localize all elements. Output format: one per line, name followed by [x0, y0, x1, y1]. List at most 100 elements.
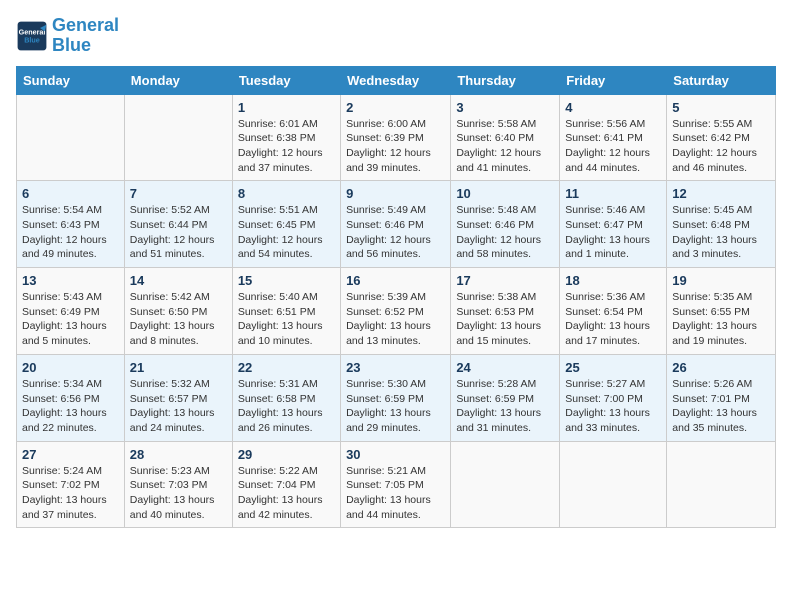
cell-3-1: 13 Sunrise: 5:43 AM Sunset: 6:49 PM Dayli…	[17, 268, 125, 355]
cell-info: Sunrise: 5:32 AM Sunset: 6:57 PM Dayligh…	[130, 377, 227, 436]
weekday-monday: Monday	[124, 66, 232, 94]
cell-info: Sunrise: 5:23 AM Sunset: 7:03 PM Dayligh…	[130, 464, 227, 523]
day-number: 25	[565, 360, 661, 375]
cell-4-6: 25 Sunrise: 5:27 AM Sunset: 7:00 PM Dayli…	[560, 354, 667, 441]
weekday-header-row: SundayMondayTuesdayWednesdayThursdayFrid…	[17, 66, 776, 94]
cell-5-3: 29 Sunrise: 5:22 AM Sunset: 7:04 PM Dayli…	[232, 441, 340, 528]
cell-4-5: 24Sunrise: 5:28 AM Sunset: 6:59 PM Dayli…	[451, 354, 560, 441]
cell-1-1	[17, 94, 125, 181]
cell-info: Sunrise: 5:56 AM Sunset: 6:41 PM Dayligh…	[565, 117, 661, 176]
day-number: 16	[346, 273, 445, 288]
cell-3-5: 17Sunrise: 5:38 AM Sunset: 6:53 PM Dayli…	[451, 268, 560, 355]
cell-info: Sunrise: 5:45 AM Sunset: 6:48 PM Dayligh…	[672, 203, 770, 262]
cell-info: Sunrise: 5:38 AM Sunset: 6:53 PM Dayligh…	[456, 290, 554, 349]
day-number: 7	[130, 186, 227, 201]
day-number: 30	[346, 447, 445, 462]
day-number: 10	[456, 186, 554, 201]
day-number: 27	[22, 447, 119, 462]
cell-info: Sunrise: 5:48 AM Sunset: 6:46 PM Dayligh…	[456, 203, 554, 262]
cell-info: Sunrise: 5:49 AM Sunset: 6:46 PM Dayligh…	[346, 203, 445, 262]
day-number: 19	[672, 273, 770, 288]
day-number: 18	[565, 273, 661, 288]
cell-info: Sunrise: 5:52 AM Sunset: 6:44 PM Dayligh…	[130, 203, 227, 262]
cell-info: Sunrise: 5:35 AM Sunset: 6:55 PM Dayligh…	[672, 290, 770, 349]
cell-info: Sunrise: 5:40 AM Sunset: 6:51 PM Dayligh…	[238, 290, 335, 349]
day-number: 12	[672, 186, 770, 201]
cell-info: Sunrise: 5:24 AM Sunset: 7:02 PM Dayligh…	[22, 464, 119, 523]
week-row-1: 1 Sunrise: 6:01 AM Sunset: 6:38 PM Daylig…	[17, 94, 776, 181]
cell-2-4: 9 Sunrise: 5:49 AM Sunset: 6:46 PM Daylig…	[341, 181, 451, 268]
cell-3-6: 18 Sunrise: 5:36 AM Sunset: 6:54 PM Dayli…	[560, 268, 667, 355]
cell-info: Sunrise: 5:58 AM Sunset: 6:40 PM Dayligh…	[456, 117, 554, 176]
cell-info: Sunrise: 5:22 AM Sunset: 7:04 PM Dayligh…	[238, 464, 335, 523]
day-number: 15	[238, 273, 335, 288]
cell-info: Sunrise: 5:39 AM Sunset: 6:52 PM Dayligh…	[346, 290, 445, 349]
cell-2-1: 6 Sunrise: 5:54 AM Sunset: 6:43 PM Daylig…	[17, 181, 125, 268]
cell-1-4: 2 Sunrise: 6:00 AM Sunset: 6:39 PM Daylig…	[341, 94, 451, 181]
svg-text:Blue: Blue	[24, 35, 40, 44]
cell-4-4: 23 Sunrise: 5:30 AM Sunset: 6:59 PM Dayli…	[341, 354, 451, 441]
cell-5-2: 28 Sunrise: 5:23 AM Sunset: 7:03 PM Dayli…	[124, 441, 232, 528]
cell-3-4: 16 Sunrise: 5:39 AM Sunset: 6:52 PM Dayli…	[341, 268, 451, 355]
cell-1-6: 4 Sunrise: 5:56 AM Sunset: 6:41 PM Daylig…	[560, 94, 667, 181]
weekday-saturday: Saturday	[667, 66, 776, 94]
cell-info: Sunrise: 5:43 AM Sunset: 6:49 PM Dayligh…	[22, 290, 119, 349]
day-number: 6	[22, 186, 119, 201]
cell-info: Sunrise: 6:01 AM Sunset: 6:38 PM Dayligh…	[238, 117, 335, 176]
day-number: 4	[565, 100, 661, 115]
cell-info: Sunrise: 5:42 AM Sunset: 6:50 PM Dayligh…	[130, 290, 227, 349]
calendar-body: 1 Sunrise: 6:01 AM Sunset: 6:38 PM Daylig…	[17, 94, 776, 528]
day-number: 23	[346, 360, 445, 375]
day-number: 5	[672, 100, 770, 115]
cell-5-4: 30 Sunrise: 5:21 AM Sunset: 7:05 PM Dayli…	[341, 441, 451, 528]
cell-info: Sunrise: 6:00 AM Sunset: 6:39 PM Dayligh…	[346, 117, 445, 176]
cell-4-7: 26 Sunrise: 5:26 AM Sunset: 7:01 PM Dayli…	[667, 354, 776, 441]
cell-2-3: 8 Sunrise: 5:51 AM Sunset: 6:45 PM Daylig…	[232, 181, 340, 268]
week-row-2: 6 Sunrise: 5:54 AM Sunset: 6:43 PM Daylig…	[17, 181, 776, 268]
day-number: 28	[130, 447, 227, 462]
cell-1-2	[124, 94, 232, 181]
cell-4-3: 22Sunrise: 5:31 AM Sunset: 6:58 PM Dayli…	[232, 354, 340, 441]
day-number: 8	[238, 186, 335, 201]
cell-5-7	[667, 441, 776, 528]
week-row-5: 27 Sunrise: 5:24 AM Sunset: 7:02 PM Dayli…	[17, 441, 776, 528]
weekday-sunday: Sunday	[17, 66, 125, 94]
cell-2-2: 7 Sunrise: 5:52 AM Sunset: 6:44 PM Daylig…	[124, 181, 232, 268]
day-number: 22	[238, 360, 335, 375]
cell-1-3: 1 Sunrise: 6:01 AM Sunset: 6:38 PM Daylig…	[232, 94, 340, 181]
cell-info: Sunrise: 5:36 AM Sunset: 6:54 PM Dayligh…	[565, 290, 661, 349]
logo-text: GeneralBlue	[52, 16, 119, 56]
cell-info: Sunrise: 5:21 AM Sunset: 7:05 PM Dayligh…	[346, 464, 445, 523]
weekday-tuesday: Tuesday	[232, 66, 340, 94]
weekday-thursday: Thursday	[451, 66, 560, 94]
cell-info: Sunrise: 5:55 AM Sunset: 6:42 PM Dayligh…	[672, 117, 770, 176]
cell-info: Sunrise: 5:26 AM Sunset: 7:01 PM Dayligh…	[672, 377, 770, 436]
cell-2-6: 11Sunrise: 5:46 AM Sunset: 6:47 PM Dayli…	[560, 181, 667, 268]
cell-1-5: 3Sunrise: 5:58 AM Sunset: 6:40 PM Daylig…	[451, 94, 560, 181]
header: General Blue GeneralBlue	[16, 16, 776, 56]
cell-2-7: 12 Sunrise: 5:45 AM Sunset: 6:48 PM Dayli…	[667, 181, 776, 268]
cell-3-3: 15 Sunrise: 5:40 AM Sunset: 6:51 PM Dayli…	[232, 268, 340, 355]
cell-5-6	[560, 441, 667, 528]
cell-info: Sunrise: 5:54 AM Sunset: 6:43 PM Dayligh…	[22, 203, 119, 262]
day-number: 1	[238, 100, 335, 115]
cell-info: Sunrise: 5:51 AM Sunset: 6:45 PM Dayligh…	[238, 203, 335, 262]
cell-info: Sunrise: 5:28 AM Sunset: 6:59 PM Dayligh…	[456, 377, 554, 436]
week-row-4: 20 Sunrise: 5:34 AM Sunset: 6:56 PM Dayli…	[17, 354, 776, 441]
day-number: 26	[672, 360, 770, 375]
day-number: 9	[346, 186, 445, 201]
cell-info: Sunrise: 5:34 AM Sunset: 6:56 PM Dayligh…	[22, 377, 119, 436]
cell-3-7: 19 Sunrise: 5:35 AM Sunset: 6:55 PM Dayli…	[667, 268, 776, 355]
logo: General Blue GeneralBlue	[16, 16, 119, 56]
cell-5-1: 27 Sunrise: 5:24 AM Sunset: 7:02 PM Dayli…	[17, 441, 125, 528]
cell-info: Sunrise: 5:27 AM Sunset: 7:00 PM Dayligh…	[565, 377, 661, 436]
cell-1-7: 5 Sunrise: 5:55 AM Sunset: 6:42 PM Daylig…	[667, 94, 776, 181]
day-number: 20	[22, 360, 119, 375]
day-number: 13	[22, 273, 119, 288]
cell-info: Sunrise: 5:30 AM Sunset: 6:59 PM Dayligh…	[346, 377, 445, 436]
day-number: 29	[238, 447, 335, 462]
weekday-friday: Friday	[560, 66, 667, 94]
day-number: 2	[346, 100, 445, 115]
weekday-wednesday: Wednesday	[341, 66, 451, 94]
day-number: 11	[565, 186, 661, 201]
